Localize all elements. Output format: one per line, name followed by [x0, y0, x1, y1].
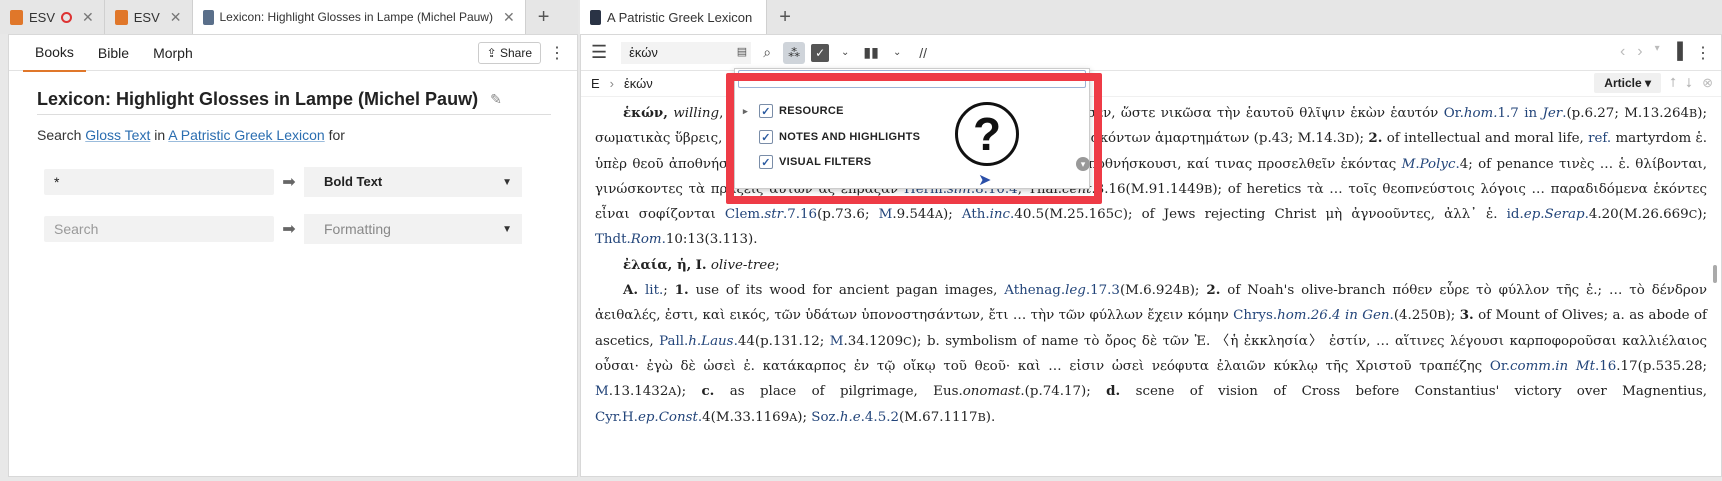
book-icon — [10, 9, 23, 25]
tab-lexicon-highlight[interactable]: Lexicon: Highlight Glosses in Lampe (Mic… — [192, 0, 526, 34]
book-icon — [114, 9, 128, 25]
keyboard-icon[interactable]: ▤ — [737, 45, 747, 58]
search-prefix: Search — [37, 127, 82, 143]
caret-down-icon: ▼ — [502, 224, 512, 235]
back-icon[interactable]: ‹ — [1620, 43, 1625, 63]
resource-toolbar: ☰ ἑκών ▤ ⌕ ⁂ ✓ ⌄ ▮▮ ⌄ // ‹ › ▾ ▐ ⋮ — [581, 35, 1721, 71]
close-icon[interactable]: ✕ — [170, 9, 182, 26]
search-for: for — [328, 127, 345, 143]
share-label: Share — [499, 46, 532, 60]
right-tab-bar: A Patristic Greek Lexicon + — [580, 0, 1722, 34]
forward-icon[interactable]: › — [1637, 43, 1642, 63]
search-input[interactable]: * — [44, 169, 274, 195]
panel-icon[interactable]: ▮▮ — [861, 44, 881, 61]
article-label: Article — [1604, 76, 1642, 90]
chevron-down-icon[interactable]: ⌄ — [887, 47, 907, 58]
question-mark-icon: ? — [955, 102, 1019, 166]
scrollbar[interactable] — [1713, 265, 1717, 283]
mouse-cursor-icon: ➤ — [978, 172, 992, 189]
rule-row: * ➡ Bold Text ▼ — [44, 167, 522, 197]
tab-bible[interactable]: Bible — [86, 35, 141, 71]
reference-value: ἑκών — [629, 44, 658, 60]
tab-esv-2[interactable]: ESV ✕ — [105, 0, 193, 34]
close-icon[interactable]: ✕ — [82, 9, 94, 26]
search-in: in — [154, 127, 166, 143]
up-arrow-icon[interactable]: ⭡ — [1670, 75, 1676, 91]
visual-filter-icon[interactable]: ⁂ — [783, 41, 806, 64]
format-select[interactable]: Formatting ▼ — [304, 214, 522, 244]
history-dropdown-icon[interactable]: ▾ — [1655, 43, 1660, 63]
article-select[interactable]: Article ▾ — [1594, 73, 1661, 93]
left-tab-bar: ESV ✕ ESV ✕ Lexicon: Highlight Glosses i… — [0, 0, 578, 34]
tab-label: ESV — [133, 9, 160, 25]
more-menu-icon[interactable]: ⋮ — [549, 43, 565, 63]
share-icon: ⇪ — [486, 46, 500, 60]
down-arrow-icon[interactable]: ⭣ — [1686, 75, 1692, 91]
format-select-value: Bold Text — [324, 174, 383, 189]
resource-link[interactable]: A Patristic Greek Lexicon — [168, 127, 324, 143]
new-tab-button[interactable]: + — [767, 0, 803, 34]
breadcrumb-letter[interactable]: E — [591, 76, 600, 91]
more-menu-icon[interactable]: ⋮ — [1695, 43, 1711, 63]
close-icon[interactable]: ✕ — [503, 9, 515, 26]
highlight-frame — [726, 73, 1102, 204]
breadcrumb-word[interactable]: ἑκών — [624, 76, 653, 91]
highlight-check-icon[interactable]: ✓ — [811, 43, 830, 62]
new-tab-button[interactable]: + — [526, 0, 562, 34]
pencil-icon[interactable]: ✎ — [490, 91, 502, 108]
tab-label: Lexicon: Highlight Glosses in Lampe (Mic… — [219, 10, 493, 24]
record-icon — [61, 11, 73, 23]
menu-icon[interactable]: ☰ — [591, 42, 607, 63]
tab-label: ESV — [29, 9, 56, 25]
format-select-value: Formatting — [324, 221, 391, 237]
close-icon[interactable]: ⊗ — [1702, 75, 1713, 91]
toolbar-right: ‹ › ▾ ▐ ⋮ — [1620, 43, 1711, 63]
share-button[interactable]: ⇪ Share — [477, 42, 541, 64]
page-title-text: Lexicon: Highlight Glosses in Lampe (Mic… — [37, 89, 479, 109]
crumb-controls: ⭡ ⭣ ⊗ — [1670, 75, 1713, 91]
arrow-right-icon: ➡ — [282, 174, 296, 191]
tab-label: A Patristic Greek Lexicon — [607, 9, 753, 25]
chevron-down-icon[interactable]: ⌄ — [835, 47, 855, 58]
reference-input[interactable]: ἑκών ▤ — [621, 41, 752, 64]
gloss-text-link[interactable]: Gloss Text — [85, 127, 150, 143]
parallel-icon[interactable]: // — [913, 45, 933, 61]
document-icon — [202, 9, 214, 25]
page-title: Lexicon: Highlight Glosses in Lampe (Mic… — [37, 89, 551, 115]
tab-esv-1[interactable]: ESV ✕ — [0, 0, 105, 34]
arrow-right-icon: ➡ — [282, 221, 296, 238]
caret-down-icon: ▼ — [502, 177, 512, 188]
search-icon[interactable]: ⌕ — [757, 44, 777, 61]
left-toolbar: Books Bible Morph ⇪ Share ⋮ — [9, 34, 577, 72]
layout-icon[interactable]: ▐ — [1672, 43, 1683, 63]
search-input[interactable]: Search — [44, 216, 274, 242]
search-sentence: Search Gloss Text in A Patristic Greek L… — [37, 127, 549, 143]
tab-books[interactable]: Books — [23, 34, 86, 72]
format-select[interactable]: Bold Text ▼ — [304, 167, 522, 197]
left-pane: Books Bible Morph ⇪ Share ⋮ Lexicon: Hig… — [8, 34, 578, 477]
tab-patristic-lexicon[interactable]: A Patristic Greek Lexicon — [580, 0, 768, 34]
rule-row: Search ➡ Formatting ▼ — [44, 214, 522, 244]
book-icon — [590, 9, 601, 25]
tab-morph[interactable]: Morph — [141, 35, 205, 71]
breadcrumb-separator-icon: › — [609, 76, 615, 91]
